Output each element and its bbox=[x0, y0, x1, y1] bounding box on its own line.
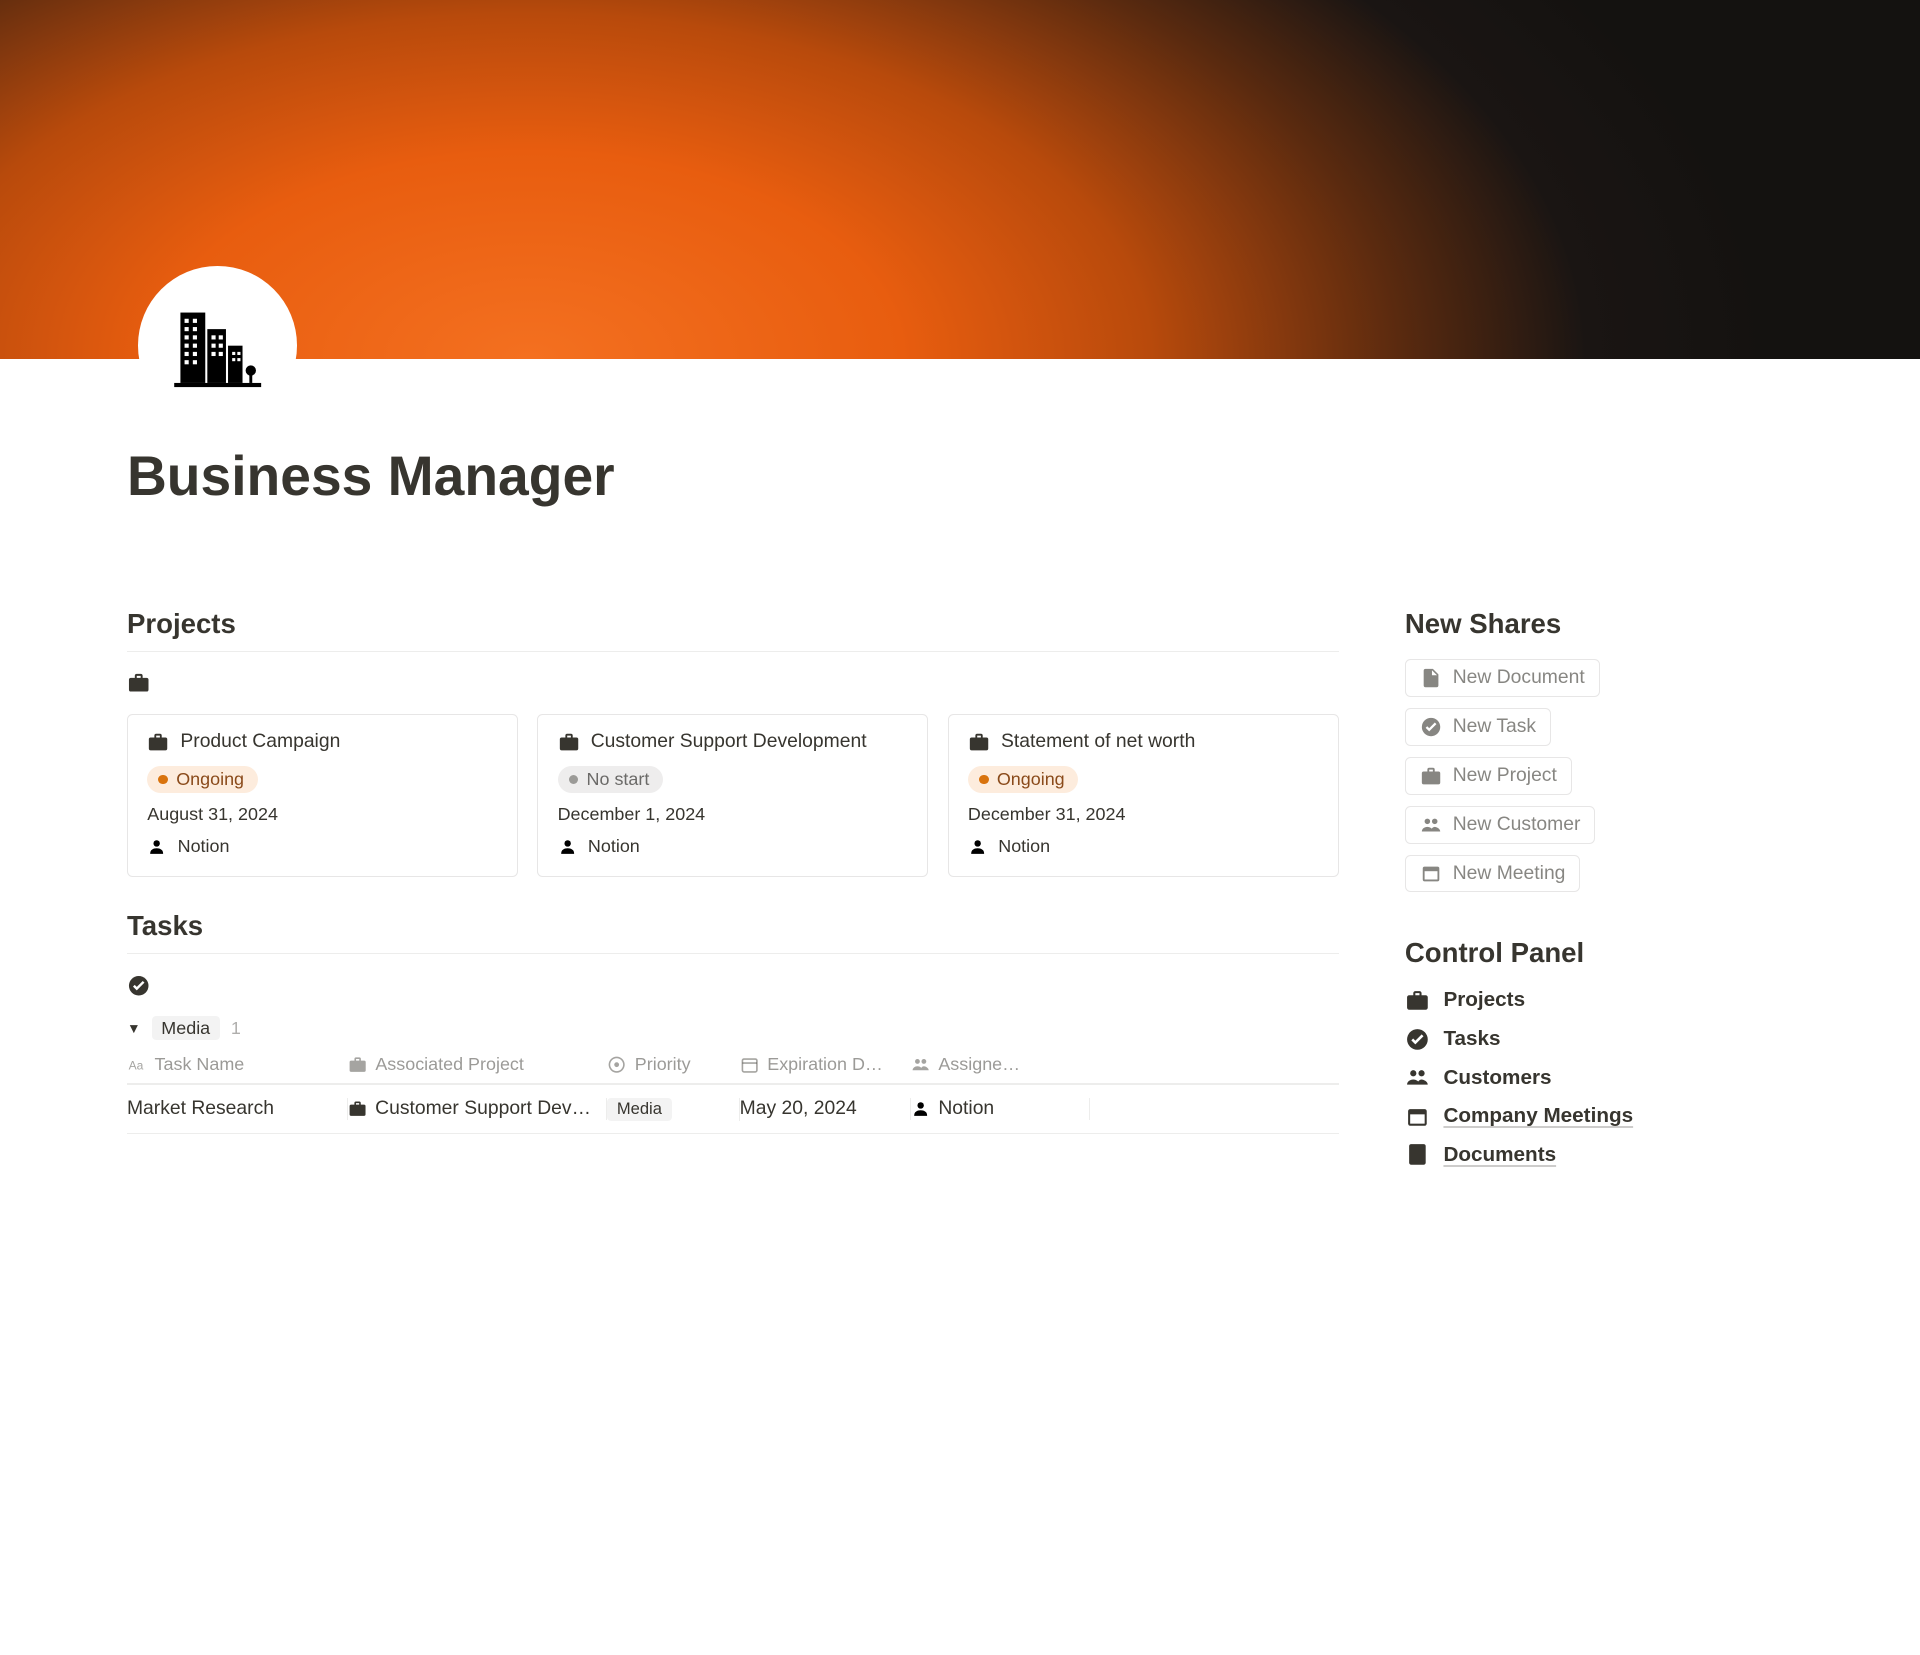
divider bbox=[127, 651, 1339, 652]
briefcase-icon bbox=[127, 671, 150, 694]
tasks-view-tab[interactable] bbox=[127, 974, 1339, 997]
page-icon[interactable] bbox=[138, 266, 297, 425]
project-user: Notion bbox=[968, 836, 1318, 857]
chevron-down-icon[interactable]: ▼ bbox=[127, 1021, 141, 1036]
control-tasks[interactable]: Tasks bbox=[1405, 1027, 1791, 1052]
person-icon bbox=[911, 1099, 930, 1118]
status-badge: Ongoing bbox=[147, 766, 258, 793]
new-customer-button[interactable]: New Customer bbox=[1405, 806, 1595, 844]
projects-gallery: Product Campaign Ongoing August 31, 2024… bbox=[127, 714, 1339, 877]
new-project-button[interactable]: New Project bbox=[1405, 757, 1572, 795]
calendar-icon bbox=[1420, 862, 1442, 884]
calendar-icon bbox=[740, 1055, 759, 1074]
calendar-icon bbox=[1405, 1104, 1430, 1129]
page-title: Business Manager bbox=[0, 444, 1920, 508]
task-expiration-cell[interactable]: May 20, 2024 bbox=[740, 1098, 911, 1120]
tasks-table-header: AaTask Name Associated Project Priority … bbox=[127, 1054, 1339, 1084]
project-card[interactable]: Statement of net worth Ongoing December … bbox=[948, 714, 1339, 877]
tasks-heading: Tasks bbox=[127, 910, 1339, 942]
svg-text:Aa: Aa bbox=[129, 1058, 144, 1072]
project-title: Statement of net worth bbox=[1001, 731, 1195, 753]
task-project-cell[interactable]: Customer Support Develo bbox=[348, 1098, 607, 1120]
project-user: Notion bbox=[147, 836, 497, 857]
project-title: Customer Support Development bbox=[591, 731, 867, 753]
control-documents[interactable]: Documents bbox=[1405, 1142, 1791, 1167]
people-icon bbox=[911, 1055, 930, 1074]
control-panel-heading: Control Panel bbox=[1405, 937, 1791, 969]
project-date: December 1, 2024 bbox=[558, 804, 908, 825]
check-circle-icon bbox=[127, 974, 150, 997]
briefcase-icon bbox=[1405, 988, 1430, 1013]
projects-heading: Projects bbox=[127, 608, 1339, 640]
task-assignee-cell[interactable]: Notion bbox=[911, 1098, 1090, 1120]
status-badge: No start bbox=[558, 766, 664, 793]
check-circle-icon bbox=[1420, 716, 1442, 738]
person-icon bbox=[558, 837, 577, 856]
new-task-button[interactable]: New Task bbox=[1405, 708, 1551, 746]
project-title: Product Campaign bbox=[180, 731, 340, 753]
new-document-button[interactable]: New Document bbox=[1405, 659, 1600, 697]
control-customers[interactable]: Customers bbox=[1405, 1065, 1791, 1090]
briefcase-icon bbox=[348, 1055, 367, 1074]
divider bbox=[127, 953, 1339, 954]
project-user: Notion bbox=[558, 836, 908, 857]
control-company-meetings[interactable]: Company Meetings bbox=[1405, 1104, 1791, 1129]
project-date: August 31, 2024 bbox=[147, 804, 497, 825]
group-count: 1 bbox=[231, 1018, 241, 1039]
briefcase-icon bbox=[968, 731, 990, 753]
control-projects[interactable]: Projects bbox=[1405, 988, 1791, 1013]
project-card[interactable]: Product Campaign Ongoing August 31, 2024… bbox=[127, 714, 518, 877]
project-card[interactable]: Customer Support Development No start De… bbox=[537, 714, 928, 877]
group-name: Media bbox=[152, 1016, 220, 1040]
new-shares-heading: New Shares bbox=[1405, 608, 1791, 640]
task-name-cell[interactable]: Market Research bbox=[127, 1098, 348, 1120]
text-icon: Aa bbox=[127, 1055, 146, 1074]
people-icon bbox=[1405, 1065, 1430, 1090]
check-circle-icon bbox=[1405, 1027, 1430, 1052]
document-icon bbox=[1420, 667, 1442, 689]
briefcase-icon bbox=[1420, 765, 1442, 787]
new-meeting-button[interactable]: New Meeting bbox=[1405, 855, 1580, 893]
tasks-group-header[interactable]: ▼ Media 1 bbox=[127, 1016, 1339, 1040]
task-row[interactable]: Market Research Customer Support Develo … bbox=[127, 1084, 1339, 1134]
briefcase-icon bbox=[558, 731, 580, 753]
projects-view-tab[interactable] bbox=[127, 671, 1339, 694]
person-icon bbox=[147, 837, 166, 856]
people-icon bbox=[1420, 814, 1442, 836]
book-icon bbox=[1405, 1142, 1430, 1167]
target-icon bbox=[607, 1055, 626, 1074]
page-cover bbox=[0, 0, 1920, 359]
project-date: December 31, 2024 bbox=[968, 804, 1318, 825]
person-icon bbox=[968, 837, 987, 856]
briefcase-icon bbox=[348, 1099, 367, 1118]
task-priority-cell[interactable]: Media bbox=[607, 1098, 739, 1121]
buildings-icon bbox=[168, 296, 267, 395]
status-badge: Ongoing bbox=[968, 766, 1079, 793]
briefcase-icon bbox=[147, 731, 169, 753]
